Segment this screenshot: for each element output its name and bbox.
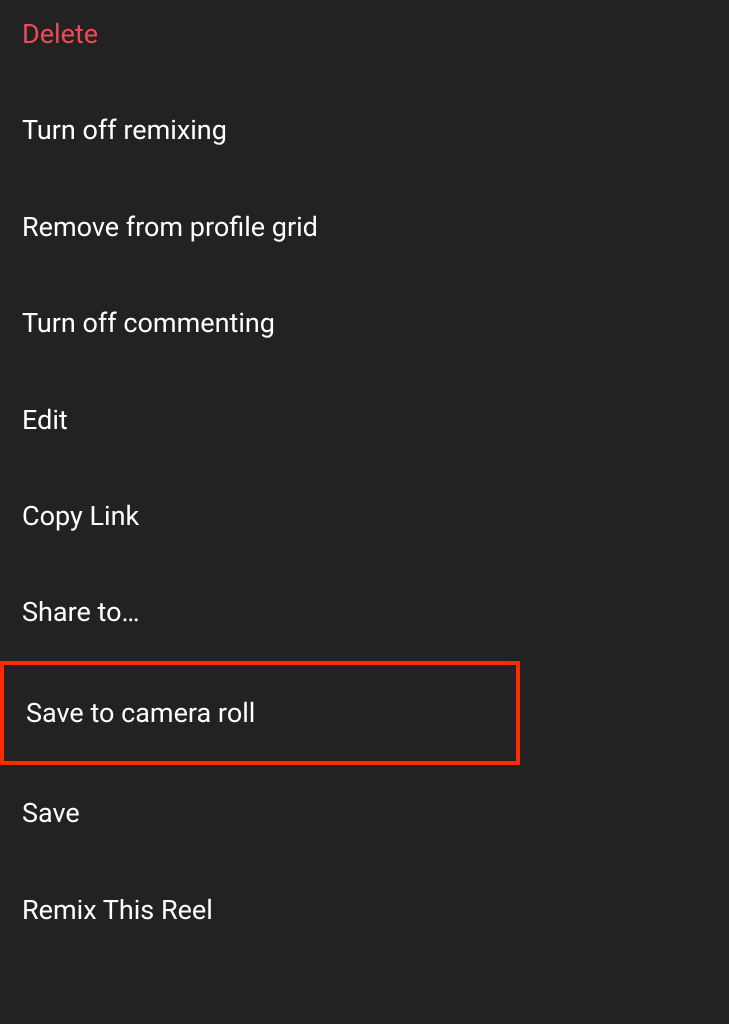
- menu-item-delete[interactable]: Delete: [0, 18, 729, 82]
- action-menu: Delete Turn off remixing Remove from pro…: [0, 0, 729, 958]
- menu-item-save-to-camera-roll[interactable]: Save to camera roll: [4, 665, 516, 761]
- menu-item-save[interactable]: Save: [0, 765, 729, 861]
- menu-item-edit[interactable]: Edit: [0, 372, 729, 468]
- menu-item-share-to[interactable]: Share to…: [0, 564, 729, 660]
- highlight-box: Save to camera roll: [0, 661, 520, 765]
- menu-item-turn-off-remixing[interactable]: Turn off remixing: [0, 82, 729, 178]
- menu-item-remix-this-reel[interactable]: Remix This Reel: [0, 862, 729, 958]
- menu-item-copy-link[interactable]: Copy Link: [0, 468, 729, 564]
- menu-item-turn-off-commenting[interactable]: Turn off commenting: [0, 275, 729, 371]
- menu-item-remove-from-profile-grid[interactable]: Remove from profile grid: [0, 179, 729, 275]
